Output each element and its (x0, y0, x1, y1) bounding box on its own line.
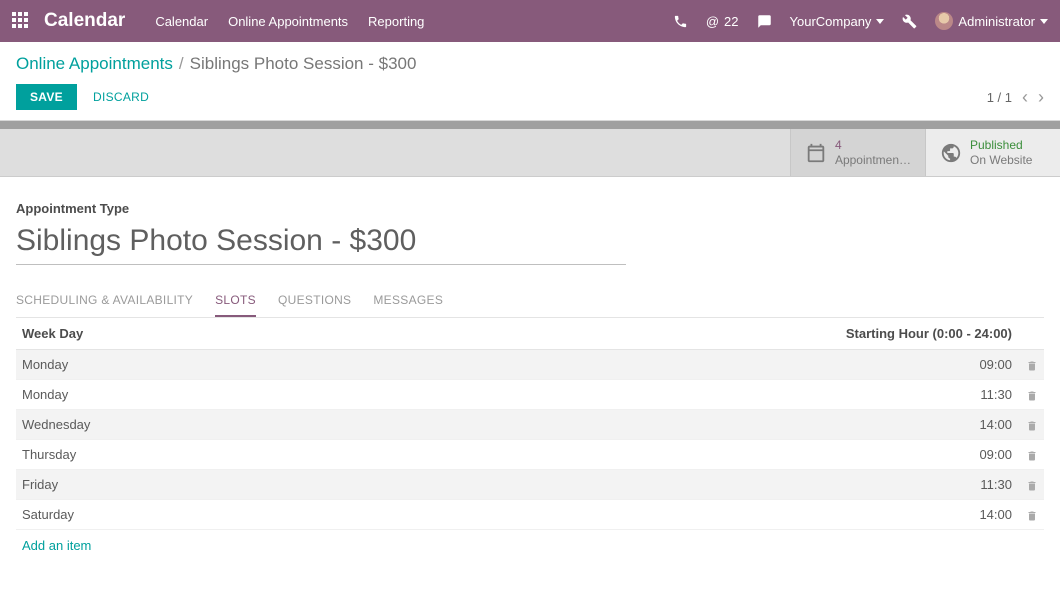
field-label-appointment-type: Appointment Type (16, 201, 1044, 216)
chevron-down-icon (876, 19, 884, 24)
appt-count: 4 (835, 138, 911, 152)
trash-icon[interactable] (1026, 450, 1038, 462)
cell-delete (1018, 410, 1044, 440)
cell-weekday: Monday (16, 380, 328, 410)
tabs: SCHEDULING & AVAILABILITY SLOTS QUESTION… (16, 285, 1044, 318)
tab-messages[interactable]: MESSAGES (373, 285, 443, 317)
tab-questions[interactable]: QUESTIONS (278, 285, 351, 317)
table-row[interactable]: Wednesday14:00 (16, 410, 1044, 440)
discard-button[interactable]: DISCARD (93, 90, 149, 104)
mail-count: 22 (724, 14, 738, 29)
brand: Calendar (44, 10, 125, 32)
topbar-right: @ 22 YourCompany Administrator (673, 12, 1048, 30)
nav-links: Calendar Online Appointments Reporting (155, 14, 424, 29)
nav-reporting[interactable]: Reporting (368, 14, 424, 29)
appt-label: Appointmen… (835, 153, 911, 167)
table-row[interactable]: Thursday09:00 (16, 440, 1044, 470)
company-name: YourCompany (790, 14, 872, 29)
table-row[interactable]: Saturday14:00 (16, 500, 1044, 530)
published-sub: On Website (970, 153, 1032, 167)
topbar: Calendar Calendar Online Appointments Re… (0, 0, 1060, 42)
company-switcher[interactable]: YourCompany (790, 14, 885, 29)
pager-prev[interactable]: ‹ (1022, 88, 1028, 106)
cell-weekday: Thursday (16, 440, 328, 470)
cell-hour: 14:00 (328, 500, 1018, 530)
pager-position: 1 / 1 (987, 90, 1012, 105)
trash-icon[interactable] (1026, 390, 1038, 402)
cell-hour: 09:00 (328, 440, 1018, 470)
breadcrumb-separator: / (179, 54, 184, 74)
slots-table: Week Day Starting Hour (0:00 - 24:00) Mo… (16, 318, 1044, 530)
cell-weekday: Monday (16, 350, 328, 380)
cell-delete (1018, 440, 1044, 470)
cell-hour: 14:00 (328, 410, 1018, 440)
nav-calendar[interactable]: Calendar (155, 14, 208, 29)
published-label: Published (970, 138, 1032, 152)
breadcrumb: Online Appointments / Siblings Photo Ses… (16, 54, 1044, 74)
tab-slots[interactable]: SLOTS (215, 285, 256, 317)
cell-delete (1018, 350, 1044, 380)
user-menu[interactable]: Administrator (935, 12, 1048, 30)
avatar (935, 12, 953, 30)
stat-text: 4 Appointmen… (835, 138, 911, 167)
published-stat-button[interactable]: Published On Website (925, 129, 1060, 176)
settings-icon[interactable] (902, 14, 917, 29)
trash-icon[interactable] (1026, 420, 1038, 432)
chevron-down-icon (1040, 19, 1048, 24)
pager-next[interactable]: › (1038, 88, 1044, 106)
control-panel: Online Appointments / Siblings Photo Ses… (0, 42, 1060, 121)
tab-scheduling[interactable]: SCHEDULING & AVAILABILITY (16, 285, 193, 317)
trash-icon[interactable] (1026, 360, 1038, 372)
col-actions (1018, 318, 1044, 350)
breadcrumb-parent[interactable]: Online Appointments (16, 54, 173, 74)
cell-hour: 11:30 (328, 470, 1018, 500)
cell-delete (1018, 380, 1044, 410)
cell-weekday: Friday (16, 470, 328, 500)
col-weekday: Week Day (16, 318, 328, 350)
mail-indicator[interactable]: @ 22 (706, 14, 739, 29)
user-name: Administrator (958, 14, 1035, 29)
trash-icon[interactable] (1026, 510, 1038, 522)
at-icon: @ (706, 14, 719, 29)
save-button[interactable]: SAVE (16, 84, 77, 110)
cell-hour: 09:00 (328, 350, 1018, 380)
cell-weekday: Saturday (16, 500, 328, 530)
form-sheet: Appointment Type SCHEDULING & AVAILABILI… (0, 177, 1060, 601)
statusbar: 4 Appointmen… Published On Website (0, 129, 1060, 177)
trash-icon[interactable] (1026, 480, 1038, 492)
appointment-type-input[interactable] (16, 222, 626, 265)
col-starting-hour: Starting Hour (0:00 - 24:00) (328, 318, 1018, 350)
table-row[interactable]: Monday09:00 (16, 350, 1044, 380)
apps-icon[interactable] (12, 12, 30, 30)
cell-hour: 11:30 (328, 380, 1018, 410)
chat-icon[interactable] (757, 14, 772, 29)
nav-online-appointments[interactable]: Online Appointments (228, 14, 348, 29)
table-row[interactable]: Monday11:30 (16, 380, 1044, 410)
table-row[interactable]: Friday11:30 (16, 470, 1044, 500)
globe-icon (940, 142, 962, 164)
cp-buttons: SAVE DISCARD 1 / 1 ‹ › (16, 84, 1044, 110)
add-item-link[interactable]: Add an item (16, 530, 97, 561)
appointments-stat-button[interactable]: 4 Appointmen… (790, 129, 925, 176)
separator (0, 121, 1060, 129)
stat-text: Published On Website (970, 138, 1032, 167)
cell-weekday: Wednesday (16, 410, 328, 440)
cell-delete (1018, 470, 1044, 500)
phone-icon[interactable] (673, 14, 688, 29)
calendar-icon (805, 142, 827, 164)
cell-delete (1018, 500, 1044, 530)
pager: 1 / 1 ‹ › (987, 88, 1044, 106)
breadcrumb-current: Siblings Photo Session - $300 (190, 54, 417, 74)
